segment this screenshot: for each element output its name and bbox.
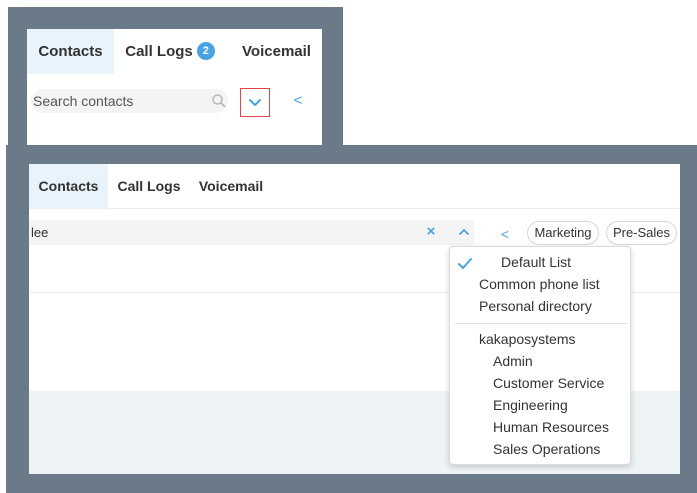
menu-item-common-phone-list[interactable]: Common phone list (479, 273, 600, 295)
search-icon[interactable] (211, 93, 227, 109)
filter-chip-pre-sales[interactable]: Pre-Sales (606, 221, 677, 245)
checkmark-icon (457, 257, 473, 271)
search-input[interactable] (31, 220, 411, 245)
menu-separator (455, 323, 627, 324)
tab-label: Voicemail (242, 43, 311, 60)
tab-bar: Contacts Call Logs Voicemail (29, 164, 680, 209)
menu-item-engineering[interactable]: Engineering (493, 394, 568, 416)
tab-voicemail[interactable]: Voicemail (191, 164, 271, 209)
screenshot-stage: Contacts Call Logs2 Voicemail < Cont (0, 0, 697, 493)
tab-bar: Contacts Call Logs 2 Voicemail (27, 29, 322, 74)
tab-call-logs[interactable]: Call Logs 2 (114, 29, 226, 74)
directory-dropdown-button[interactable] (240, 88, 270, 117)
chevron-down-icon (249, 99, 261, 106)
search-box (31, 89, 228, 113)
menu-item-human-resources[interactable]: Human Resources (493, 416, 609, 438)
filter-chip-marketing[interactable]: Marketing (527, 221, 599, 245)
chip-label: Pre-Sales (612, 225, 671, 240)
unread-count-badge: 2 (196, 42, 215, 60)
tab-voicemail[interactable]: Voicemail (231, 29, 322, 74)
menu-item-admin[interactable]: Admin (493, 350, 533, 372)
chevron-left-icon: < (500, 226, 510, 242)
menu-item-customer-service[interactable]: Customer Service (493, 372, 604, 394)
chevron-up-icon (459, 229, 469, 235)
tab-contacts[interactable]: Contacts (27, 29, 114, 74)
menu-item-personal-directory[interactable]: Personal directory (479, 295, 592, 317)
directory-dropdown-button[interactable] (453, 222, 475, 242)
search-input[interactable] (33, 89, 203, 113)
chip-label: Marketing (534, 225, 592, 240)
tab-label: Contacts (38, 178, 99, 194)
menu-item-default-list[interactable]: Default List (501, 251, 571, 273)
directory-menu: Default List Common phone list Personal … (449, 246, 631, 465)
panel-small: Contacts Call Logs2 Voicemail < (27, 29, 322, 145)
close-icon[interactable]: × (425, 222, 437, 242)
tab-label: Call Logs (117, 178, 181, 194)
chevron-left-icon: < (293, 92, 303, 109)
menu-group-title[interactable]: kakaposystems (479, 328, 575, 350)
back-button[interactable]: < (291, 91, 305, 111)
tab-contacts[interactable]: Contacts (29, 164, 108, 209)
menu-item-sales-operations[interactable]: Sales Operations (493, 438, 600, 460)
search-box: × (29, 220, 474, 245)
tab-label: Call Logs (125, 43, 193, 60)
back-button[interactable]: < (499, 224, 511, 244)
tab-label: Voicemail (198, 178, 264, 194)
tab-call-logs[interactable]: Call Logs (109, 164, 189, 209)
tab-label: Contacts (38, 43, 103, 60)
